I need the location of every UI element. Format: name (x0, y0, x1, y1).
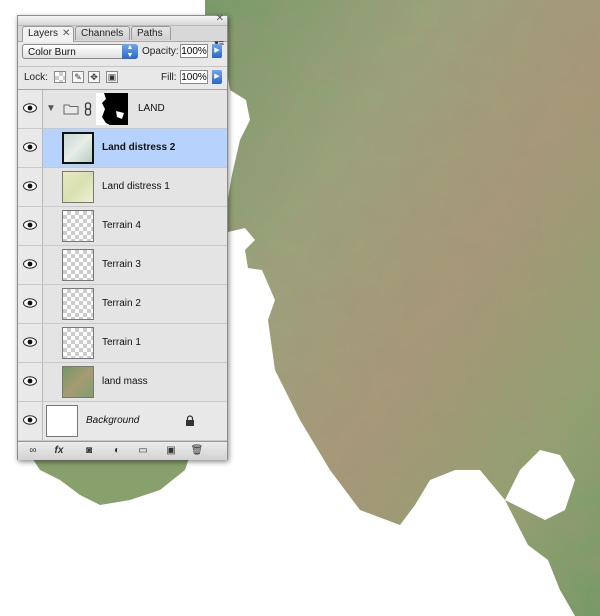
layer-thumbnail (62, 132, 94, 164)
lock-icon (186, 415, 194, 426)
layer-thumbnail (62, 288, 94, 320)
tab-layers-label: Layers (28, 28, 59, 39)
tab-layers[interactable]: Layers ✕ (22, 26, 74, 42)
layer-land-distress-2[interactable]: Land distress 2 (18, 129, 227, 168)
visibility-toggle[interactable] (18, 402, 43, 440)
fill-arrow-icon[interactable]: ▶ (212, 70, 222, 84)
layer-name: Background (86, 415, 140, 426)
opacity-label: Opacity: (142, 46, 179, 57)
visibility-toggle[interactable] (18, 285, 43, 323)
new-layer-icon[interactable]: ▣ (164, 444, 178, 457)
layer-name: Terrain 1 (102, 337, 141, 348)
layer-thumbnail (46, 405, 78, 437)
eye-icon (23, 103, 37, 113)
tab-close-icon[interactable]: ✕ (62, 28, 70, 39)
visibility-toggle[interactable] (18, 363, 43, 401)
panel-tabs: Layers ✕ Channels Paths ▾≡ (18, 26, 227, 48)
lock-fill-row: Lock: ✎ ✥ ▣ Fill: 100% ▶ (18, 66, 227, 90)
panel-close-icon[interactable]: ✕ (216, 13, 224, 25)
layer-thumbnail (62, 249, 94, 281)
eye-icon (23, 337, 37, 347)
visibility-toggle[interactable] (18, 246, 43, 284)
lock-pixels-brush-icon[interactable]: ✎ (72, 71, 84, 83)
fill-label: Fill: (161, 72, 177, 83)
fill-field[interactable]: 100% (180, 70, 208, 84)
blend-mode-value: Color Burn (28, 47, 76, 58)
layer-thumbnail (62, 327, 94, 359)
layer-terrain-1[interactable]: Terrain 1 (18, 324, 227, 363)
blend-opacity-row: Color Burn ▲ ▼ Opacity: 100% ▶ (18, 42, 227, 64)
layer-land-mass[interactable]: land mass (18, 363, 227, 402)
lower-left-land (30, 455, 190, 505)
layer-terrain-2[interactable]: Terrain 2 (18, 285, 227, 324)
eye-icon (23, 220, 37, 230)
layer-background[interactable]: Background (18, 402, 227, 441)
new-group-icon[interactable]: ▭ (136, 444, 150, 457)
eye-icon (23, 142, 37, 152)
tab-channels[interactable]: Channels (75, 26, 130, 40)
visibility-toggle[interactable] (18, 168, 43, 206)
visibility-toggle[interactable] (18, 324, 43, 362)
fx-icon[interactable]: fx (52, 444, 66, 457)
tab-paths-label: Paths (137, 28, 163, 39)
visibility-toggle[interactable] (18, 90, 43, 128)
layer-thumbnail (62, 171, 94, 203)
lock-transparency-icon[interactable] (54, 71, 66, 83)
layer-name: land mass (102, 376, 148, 387)
opacity-field[interactable]: 100% (180, 44, 208, 58)
mask-icon[interactable]: ◙ (82, 444, 96, 457)
group-name: LAND (138, 103, 165, 114)
layer-name: Terrain 4 (102, 220, 141, 231)
chain-link-icon[interactable] (84, 102, 92, 116)
lock-position-move-icon[interactable]: ✥ (88, 71, 100, 83)
trash-icon[interactable]: 🗑 (190, 444, 204, 457)
lock-label: Lock: (24, 72, 48, 83)
blend-mode-select[interactable]: Color Burn ▲ ▼ (22, 44, 138, 59)
layer-mask-icon[interactable] (96, 93, 128, 125)
eye-icon (23, 376, 37, 386)
eye-icon (23, 415, 37, 425)
layer-thumbnail (62, 210, 94, 242)
layer-name: Land distress 2 (102, 142, 176, 153)
link-icon[interactable]: ∞ (26, 444, 40, 457)
adjustment-icon[interactable]: ◐ (110, 444, 124, 457)
layer-thumbnail (62, 366, 94, 398)
tab-channels-label: Channels (81, 28, 124, 39)
folder-icon (63, 104, 79, 115)
layer-name: Terrain 3 (102, 259, 141, 270)
tab-paths[interactable]: Paths (131, 26, 171, 40)
land-mass-texture (205, 0, 600, 616)
eye-icon (23, 181, 37, 191)
layer-group-land[interactable]: ▼ LAND (18, 90, 227, 129)
lock-all-icon[interactable]: ▣ (106, 71, 118, 83)
select-arrows-icon[interactable]: ▲ ▼ (122, 44, 138, 59)
layers-panel: ✕ Layers ✕ Channels Paths ▾≡ Color Burn ▲… (17, 13, 228, 460)
panel-titlebar[interactable]: ✕ (18, 13, 227, 26)
layers-list: ▼ LAND Land distress 2 Land distress 1 T… (18, 90, 227, 441)
visibility-toggle[interactable] (18, 129, 43, 167)
layer-terrain-3[interactable]: Terrain 3 (18, 246, 227, 285)
visibility-toggle[interactable] (18, 207, 43, 245)
layer-name: Terrain 2 (102, 298, 141, 309)
opacity-arrow-icon[interactable]: ▶ (212, 44, 222, 58)
layer-land-distress-1[interactable]: Land distress 1 (18, 168, 227, 207)
panel-bottom-toolbar: ∞ fx ◙ ◐ ▭ ▣ 🗑 (18, 441, 227, 460)
eye-icon (23, 298, 37, 308)
expand-triangle-icon[interactable]: ▼ (46, 103, 56, 114)
layer-terrain-4[interactable]: Terrain 4 (18, 207, 227, 246)
eye-icon (23, 259, 37, 269)
layer-name: Land distress 1 (102, 181, 170, 192)
